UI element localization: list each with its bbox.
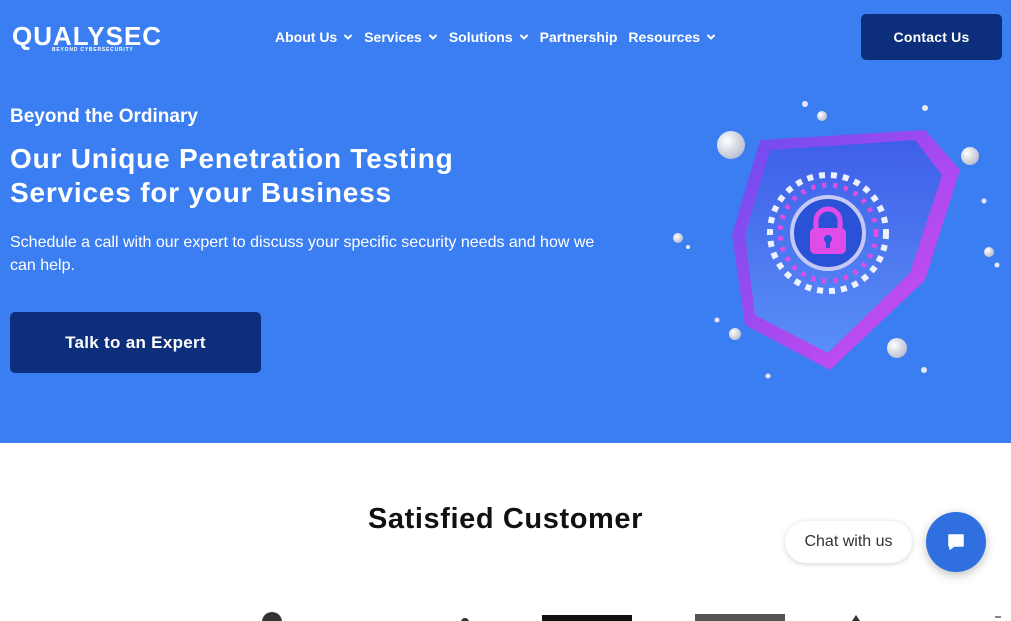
hero-section: QUALYSEC BEYOND CYBERSECURITY About Us S…: [0, 0, 1011, 443]
customer-logo: [995, 616, 1001, 618]
nav-label: Partnership: [539, 29, 618, 45]
chat-launcher-button[interactable]: [926, 512, 986, 572]
nav-label: About Us: [275, 29, 338, 45]
talk-to-expert-button[interactable]: Talk to an Expert: [10, 312, 261, 373]
hero-subtext: Schedule a call with our expert to discu…: [10, 234, 595, 274]
site-logo[interactable]: QUALYSEC BEYOND CYBERSECURITY: [12, 22, 162, 56]
chat-bubble-icon: [948, 534, 964, 550]
nav-item-services[interactable]: Services: [364, 27, 438, 47]
customer-logo: [542, 615, 632, 621]
nav-item-solutions[interactable]: Solutions: [449, 27, 529, 47]
contact-us-button[interactable]: Contact Us: [861, 14, 1002, 60]
chevron-down-icon: [519, 34, 528, 40]
hero-headline: Our Unique Penetration Testing Services …: [10, 142, 570, 210]
customer-logo: [852, 615, 860, 621]
customer-logo: [262, 612, 282, 621]
headline-line-2: Services for your Business: [10, 177, 392, 208]
nav-label: Solutions: [448, 29, 513, 45]
chevron-down-icon: [707, 34, 716, 40]
hero-eyebrow: Beyond the Ordinary: [10, 106, 198, 127]
logo-tagline: BEYOND CYBERSECURITY: [52, 47, 134, 53]
nav-item-resources[interactable]: Resources: [628, 27, 716, 47]
shield-lock-illustration: [673, 101, 1000, 379]
chevron-down-icon: [428, 34, 437, 40]
nav-label: Services: [364, 29, 422, 45]
customer-logos-strip: [262, 612, 1001, 621]
nav-label: Resources: [628, 29, 701, 45]
chevron-down-icon: [344, 34, 353, 40]
customer-logo: [695, 614, 785, 621]
nav-item-about-us[interactable]: About Us: [275, 27, 353, 47]
headline-line-1: Our Unique Penetration Testing: [10, 143, 454, 174]
logo-wordmark: QUALYSEC: [12, 21, 163, 51]
nav-item-partnership[interactable]: Partnership: [540, 27, 618, 47]
chat-with-us-label[interactable]: Chat with us: [785, 521, 912, 563]
main-nav: About Us Services Solutions Partnership …: [275, 27, 727, 47]
